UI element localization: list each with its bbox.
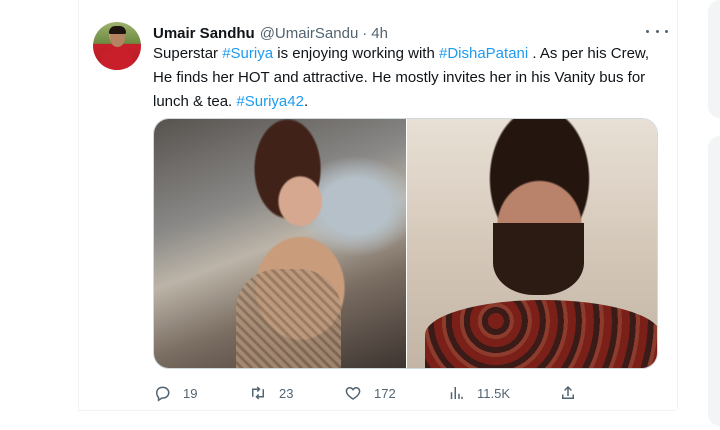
more-horizontal-icon[interactable] [646,24,668,38]
reply-icon [155,386,170,402]
tweet-header: Umair Sandhu @UmairSandu · 4h [153,23,388,43]
author-name[interactable]: Umair Sandhu [153,25,255,42]
right-panel-card [708,136,720,426]
retweet-count: 23 [279,385,294,401]
reply-button[interactable]: 19 [153,384,197,402]
avatar[interactable] [93,22,141,70]
tweet-text-part: is enjoying working with [273,45,439,62]
like-button[interactable]: 172 [344,384,396,402]
media-shirt [425,300,657,368]
heart-icon [345,386,361,400]
share-button[interactable] [559,384,577,402]
tweet-time[interactable]: 4h [371,25,388,42]
avatar-shirt [101,48,133,70]
like-count: 172 [374,385,396,401]
retweet-button[interactable]: 23 [249,384,293,402]
tweet-text: Superstar #Suriya is enjoying working wi… [153,42,663,114]
tweet-media[interactable] [153,118,658,369]
tweet-text-part: Superstar [153,45,223,62]
hashtag-dishapatani[interactable]: #DishaPatani [439,45,528,62]
tweet-actions: 19 23 172 11.5K [153,380,583,406]
header-separator: · [362,24,368,42]
hashtag-suriya[interactable]: #Suriya [222,45,273,62]
share-icon [562,385,574,399]
media-beard [493,223,584,295]
reply-count: 19 [183,385,198,401]
retweet-icon [252,386,264,400]
left-sidebar [0,0,78,430]
views-count: 11.5K [477,385,511,401]
avatar-hair [109,26,126,34]
author-handle[interactable]: @UmairSandu [260,25,359,42]
right-panel-card [708,0,720,118]
media-image-left[interactable] [154,119,406,368]
views-button[interactable]: 11.5K [447,384,510,402]
tweet-text-part: . [303,93,309,110]
media-image-right[interactable] [407,119,657,368]
timeline-separator [78,410,676,411]
hashtag-suriya42[interactable]: #Suriya42 [236,93,304,110]
views-icon [450,387,463,399]
